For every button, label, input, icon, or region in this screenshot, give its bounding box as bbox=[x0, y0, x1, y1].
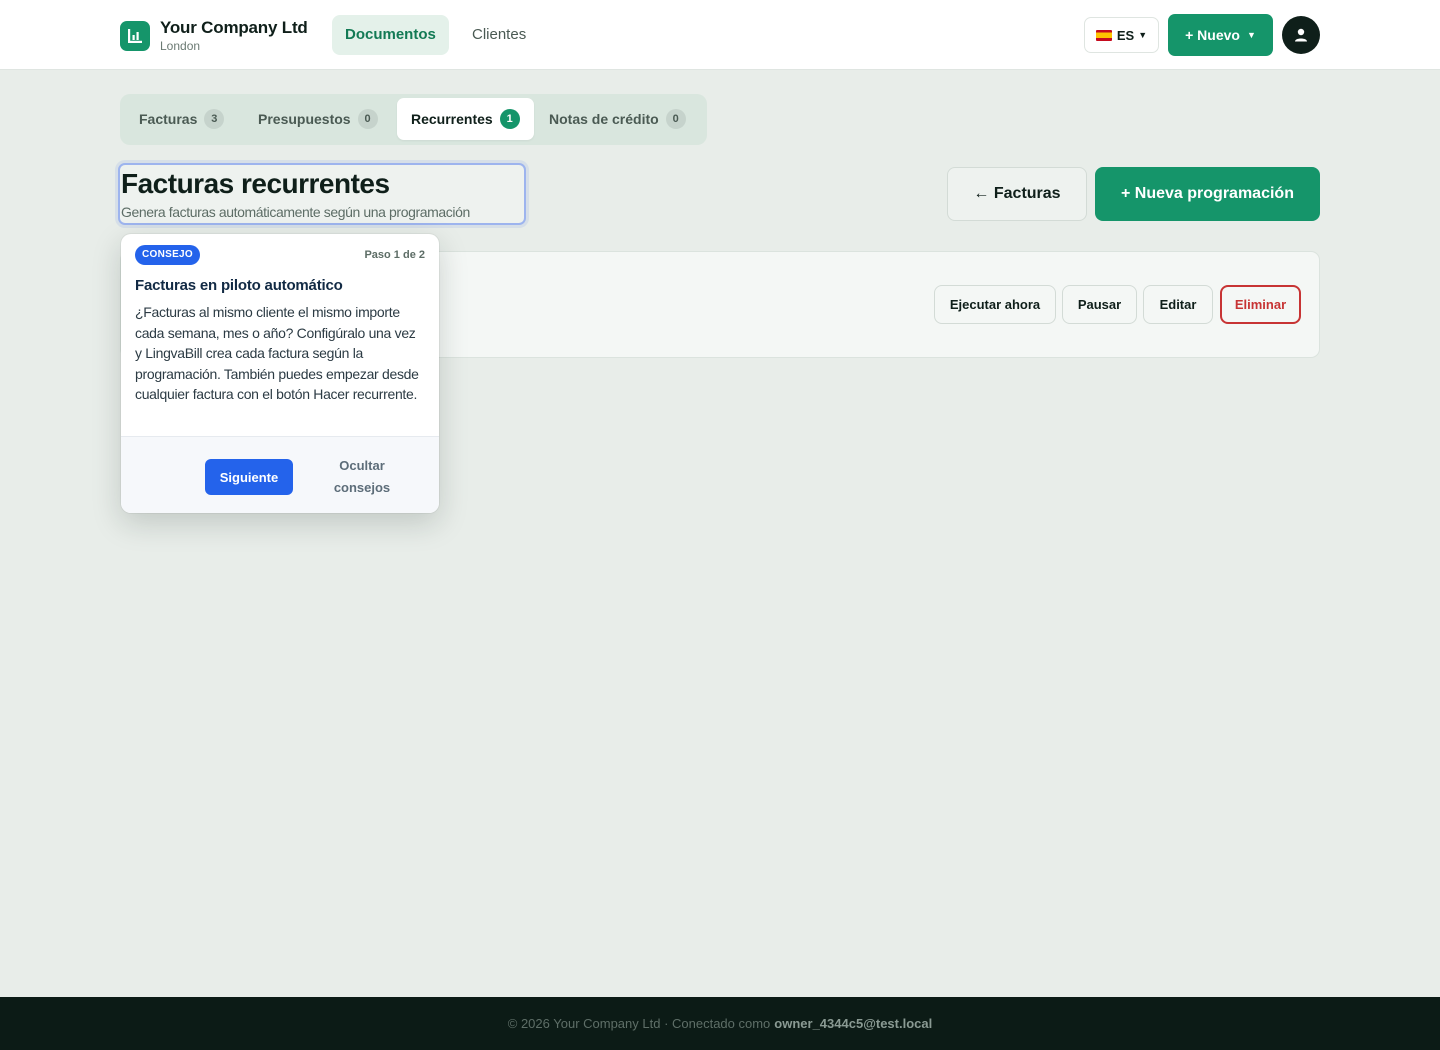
tab-count: 0 bbox=[665, 109, 686, 129]
pause-button[interactable]: Pausar bbox=[1062, 285, 1137, 324]
user-icon bbox=[1295, 28, 1307, 42]
delete-button[interactable]: Eliminar bbox=[1220, 285, 1301, 324]
tab-count: 0 bbox=[357, 109, 378, 129]
tab-label: Facturas bbox=[139, 111, 198, 127]
tab-label: Notas de crédito bbox=[549, 111, 659, 127]
top-bar: Your Company Ltd London Documentos Clien… bbox=[0, 0, 1440, 70]
page-footer: © 2026 Your Company Ltd · Conectado como… bbox=[0, 997, 1440, 1050]
run-now-button[interactable]: Ejecutar ahora bbox=[934, 285, 1056, 324]
page-subtitle: Genera facturas automáticamente según un… bbox=[121, 204, 470, 220]
spain-flag-icon bbox=[1095, 29, 1112, 41]
nav-documents[interactable]: Documentos bbox=[332, 15, 449, 55]
new-document-label: + Nuevo bbox=[1185, 27, 1240, 43]
footer-user: owner_4344c5@test.local bbox=[774, 1016, 933, 1031]
tip-step-indicator: Paso 1 de 2 bbox=[364, 249, 425, 261]
tip-body: ¿Facturas al mismo cliente el mismo impo… bbox=[135, 304, 419, 403]
new-document-button[interactable]: + Nuevo ▼ bbox=[1168, 14, 1273, 56]
new-schedule-button[interactable]: + Nueva programación bbox=[1095, 167, 1320, 221]
tab-quotes[interactable]: Presupuestos 0 bbox=[244, 98, 392, 140]
nav-clients[interactable]: Clientes bbox=[459, 15, 539, 55]
chevron-down-icon: ▼ bbox=[1246, 30, 1256, 40]
tab-label: Recurrentes bbox=[411, 111, 493, 127]
chart-logo-icon bbox=[120, 21, 150, 51]
document-tabs: Facturas 3 Presupuestos 0 Recurrentes 1 … bbox=[120, 94, 707, 145]
company-name: Your Company Ltd bbox=[160, 18, 308, 37]
onboarding-tip: CONSEJO Paso 1 de 2 Facturas en piloto a… bbox=[121, 234, 439, 513]
tip-badge: CONSEJO bbox=[135, 245, 201, 265]
tab-count: 1 bbox=[499, 109, 520, 129]
user-avatar[interactable] bbox=[1282, 16, 1320, 54]
tab-count: 3 bbox=[204, 109, 225, 129]
tab-label: Presupuestos bbox=[258, 111, 351, 127]
company-location: London bbox=[160, 39, 201, 53]
chevron-down-icon: ▼ bbox=[1138, 30, 1148, 40]
language-selector[interactable]: ES ▼ bbox=[1084, 17, 1159, 53]
hide-tips-button[interactable]: Ocultar consejos bbox=[317, 455, 407, 499]
language-code: ES bbox=[1116, 27, 1135, 43]
back-to-invoices-button[interactable]: ← Facturas bbox=[947, 167, 1087, 221]
tip-title: Facturas en piloto automático bbox=[135, 277, 343, 294]
tip-next-button[interactable]: Siguiente bbox=[205, 459, 293, 495]
brand[interactable]: Your Company Ltd London bbox=[120, 18, 308, 53]
page-heading: Facturas recurrentes Genera facturas aut… bbox=[118, 163, 526, 225]
tab-credit-notes[interactable]: Notas de crédito 0 bbox=[535, 98, 700, 140]
footer-text: © 2026 Your Company Ltd · Conectado como bbox=[507, 1016, 771, 1031]
tip-footer: Siguiente Ocultar consejos bbox=[121, 436, 439, 513]
tab-invoices[interactable]: Facturas 3 bbox=[125, 98, 238, 140]
tab-recurring[interactable]: Recurrentes 1 bbox=[397, 98, 534, 140]
edit-button[interactable]: Editar bbox=[1143, 285, 1213, 324]
page-title: Facturas recurrentes bbox=[121, 168, 390, 199]
